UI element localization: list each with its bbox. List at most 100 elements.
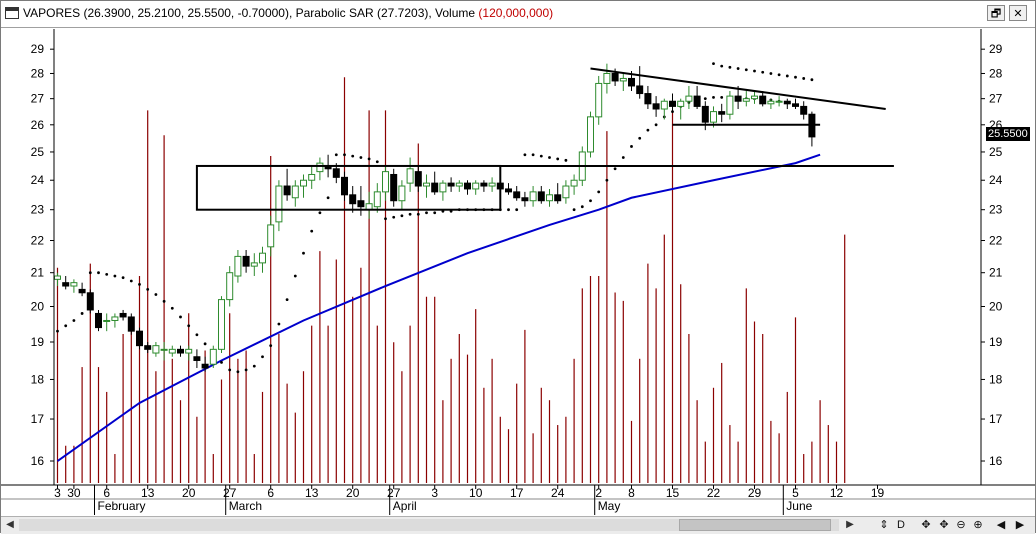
sar-dot xyxy=(113,274,117,278)
zoom-out-icon[interactable]: ⊖ xyxy=(954,518,968,532)
candle-body xyxy=(398,185,406,202)
candle-body xyxy=(677,100,685,107)
candle-down xyxy=(119,309,127,321)
period-d-icon[interactable]: D xyxy=(894,518,908,532)
candle-body xyxy=(742,98,750,102)
y-tick-label: 29 xyxy=(31,42,45,56)
sar-dot xyxy=(162,299,166,303)
sar-dot xyxy=(507,208,510,212)
sar-dot xyxy=(56,329,59,333)
sar-dot xyxy=(531,153,535,157)
sar-dot xyxy=(170,306,174,310)
sar-dot xyxy=(802,77,806,80)
sar-dot xyxy=(736,67,740,70)
pan-alt-icon[interactable]: ✥ xyxy=(937,518,951,532)
sar-dot xyxy=(777,73,781,77)
candle-body xyxy=(464,182,471,190)
candle-down xyxy=(341,171,348,201)
x-tick-label: 27 xyxy=(387,486,401,500)
candle-down xyxy=(792,98,799,110)
pan-icon[interactable]: ✥ xyxy=(919,518,933,532)
scroll-thumb[interactable] xyxy=(679,519,831,531)
candle-body xyxy=(546,194,553,202)
candle-body xyxy=(54,275,61,280)
candle-body xyxy=(209,348,217,365)
sar-dot xyxy=(630,145,633,148)
volume-series xyxy=(56,77,846,483)
candle-body xyxy=(488,182,496,187)
sar-dot xyxy=(580,205,584,209)
sar-dot xyxy=(187,324,191,328)
scroll-left-arrow-icon[interactable]: ◀ xyxy=(3,518,17,532)
zoom-in-icon[interactable]: ⊕ xyxy=(971,518,985,532)
candle-up xyxy=(751,91,758,104)
candle-body xyxy=(86,292,94,311)
vertical-zoom-icon[interactable]: ⇕ xyxy=(877,518,891,532)
candle-body xyxy=(611,72,619,82)
candle-body xyxy=(406,168,414,184)
candle-body xyxy=(357,200,365,208)
sar-dot xyxy=(392,215,396,219)
y-tick-label: 23 xyxy=(31,203,45,217)
candle-body xyxy=(259,252,266,264)
page-forward-icon[interactable]: ▶ xyxy=(1013,518,1027,532)
horizontal-scrollbar[interactable]: ◀ ▶ ⇕ D ✥ ✥ ⊖ ⊕ ◀ ▶ xyxy=(1,516,1035,534)
title-quote: VAPORES (26.3900, 25.2100, 25.5500, -0.7… xyxy=(23,6,479,20)
candle-body xyxy=(562,185,570,199)
trendline-annotations[interactable] xyxy=(195,67,894,211)
candle-up xyxy=(562,180,570,204)
sar-dot xyxy=(638,136,642,140)
candle-up xyxy=(308,165,316,189)
y-tick-label: 20 xyxy=(31,299,45,313)
last-price-tag: 25.5500 xyxy=(986,127,1030,141)
sar-dot xyxy=(703,97,707,101)
y-tick-label-right: 22 xyxy=(989,233,1003,247)
sar-dot xyxy=(367,157,371,161)
candle-body xyxy=(144,345,152,350)
x-tick-label: 13 xyxy=(141,486,155,500)
candle-down xyxy=(95,309,102,332)
sar-dot xyxy=(425,211,428,215)
y-tick-label-right: 19 xyxy=(989,335,1003,349)
close-button[interactable]: ✕ xyxy=(1009,5,1027,21)
month-label: May xyxy=(598,499,621,513)
chart-window: VAPORES (26.3900, 25.2100, 25.5500, -0.7… xyxy=(0,0,1036,534)
y-tick-label: 18 xyxy=(31,372,45,386)
price-chart[interactable]: 1617181920212223242526272829161718192021… xyxy=(1,29,1035,515)
sar-dot xyxy=(146,287,150,291)
sar-dot xyxy=(794,75,797,79)
candle-body xyxy=(250,262,258,267)
sar-dot xyxy=(400,214,404,218)
candle-body xyxy=(595,82,603,118)
candle-body xyxy=(226,272,234,301)
candle-body xyxy=(800,105,808,115)
candle-body xyxy=(177,348,184,354)
restore-button[interactable]: 🗗 xyxy=(987,5,1005,21)
candle-down xyxy=(554,183,562,204)
x-tick-label: 5 xyxy=(792,486,799,500)
candle-body xyxy=(160,348,168,351)
sar-dot xyxy=(195,333,199,337)
candle-up xyxy=(587,111,594,158)
sar-dot xyxy=(589,199,592,203)
candle-down xyxy=(390,168,398,207)
sar-dot xyxy=(236,370,240,374)
y-tick-label: 19 xyxy=(31,335,45,349)
sar-dot xyxy=(351,154,355,158)
y-tick-label: 16 xyxy=(31,454,45,468)
candle-body xyxy=(267,224,275,248)
window-icon xyxy=(5,7,19,19)
candle-body xyxy=(308,173,316,181)
sar-dot xyxy=(302,251,305,255)
y-tick-label-right: 24 xyxy=(989,173,1003,187)
candle-down xyxy=(136,327,143,350)
sar-dot xyxy=(728,65,732,69)
page-back-icon[interactable]: ◀ xyxy=(994,518,1008,532)
x-tick-label: 6 xyxy=(267,486,274,500)
sar-dot xyxy=(261,355,264,359)
candle-body xyxy=(619,77,627,82)
scroll-right-arrow-icon[interactable]: ▶ xyxy=(843,518,857,532)
candle-up xyxy=(529,186,537,207)
candle-body xyxy=(78,288,86,294)
sar-dot xyxy=(646,128,650,132)
